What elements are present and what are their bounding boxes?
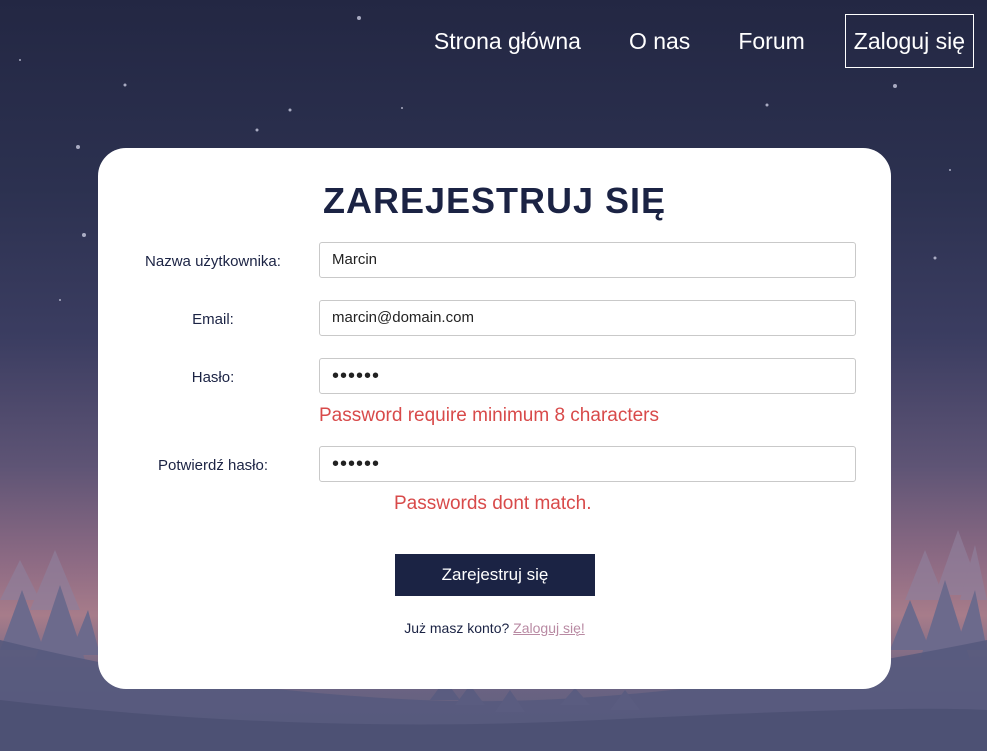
email-input[interactable]: marcin@domain.com xyxy=(319,300,856,336)
login-link[interactable]: Zaloguj się! xyxy=(513,620,585,636)
confirm-password-label: Potwierdź hasło: xyxy=(157,457,269,474)
password-label: Hasło: xyxy=(191,369,235,386)
confirm-password-input[interactable]: •••••• xyxy=(319,446,856,482)
login-prompt-text: Już masz konto? xyxy=(404,620,510,636)
register-card: ZAREJESTRUJ SIĘ Nazwa użytkownika: Marci… xyxy=(98,148,891,689)
email-label: Email: xyxy=(192,311,234,328)
username-label: Nazwa użytkownika: xyxy=(145,253,281,270)
top-nav: Strona główna O nas Forum Zaloguj się xyxy=(396,14,974,68)
nav-login-button[interactable]: Zaloguj się xyxy=(844,14,974,68)
register-button[interactable]: Zarejestruj się xyxy=(395,554,595,596)
password-input[interactable]: •••••• xyxy=(319,358,856,394)
nav-forum-link[interactable]: Forum xyxy=(728,15,814,67)
login-prompt: Już masz konto? Zaloguj się! xyxy=(98,620,891,636)
nav-home-link[interactable]: Strona główna xyxy=(424,15,591,67)
username-input[interactable]: Marcin xyxy=(319,242,856,278)
password-error: Password require minimum 8 characters xyxy=(319,405,660,426)
nav-about-link[interactable]: O nas xyxy=(619,15,700,67)
register-title: ZAREJESTRUJ SIĘ xyxy=(322,180,667,221)
confirm-password-error: Passwords dont match. xyxy=(394,493,592,514)
